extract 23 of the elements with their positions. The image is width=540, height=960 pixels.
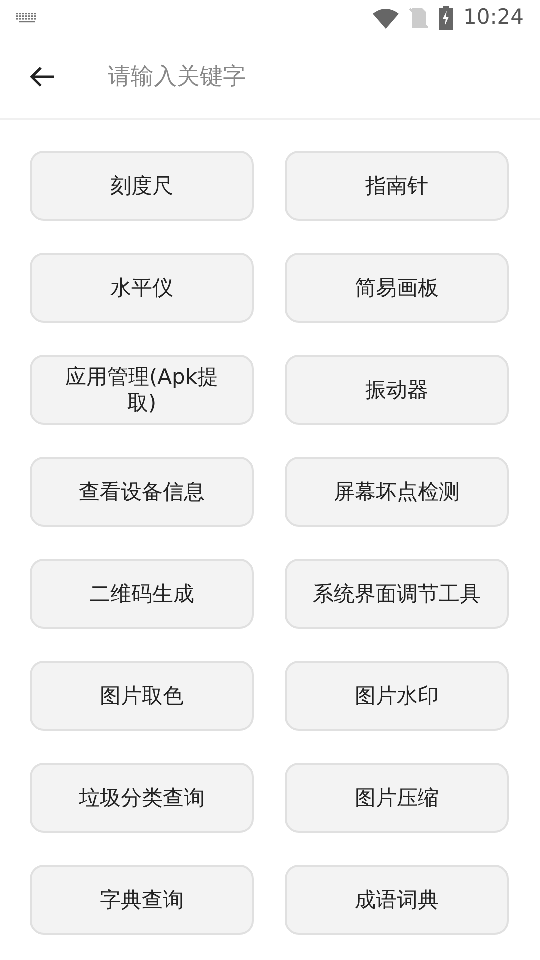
tool-button[interactable]: 图片取色 — [30, 661, 254, 731]
tool-button[interactable]: 成语词典 — [285, 865, 509, 935]
wifi-icon — [373, 8, 400, 28]
keyboard-icon — [16, 13, 38, 23]
search-field[interactable]: 请输入关键字 — [108, 60, 520, 94]
tool-button[interactable]: 图片压缩 — [285, 763, 509, 833]
back-arrow-icon — [29, 66, 55, 88]
tool-button[interactable]: 图片水印 — [285, 661, 509, 731]
tool-button[interactable]: 指南针 — [285, 151, 509, 221]
tool-button[interactable]: 二维码生成 — [30, 559, 254, 629]
tool-button[interactable]: 简易画板 — [285, 253, 509, 323]
tool-button[interactable]: 查看设备信息 — [30, 457, 254, 527]
tool-button[interactable]: 屏幕坏点检测 — [285, 457, 509, 527]
tool-button[interactable]: 系统界面调节工具 — [285, 559, 509, 629]
battery-charging-icon — [439, 6, 454, 30]
no-sim-icon — [409, 7, 430, 29]
tool-button[interactable]: 应用管理(Apk提取) — [30, 355, 254, 425]
status-time: 10:24 — [463, 4, 524, 32]
tool-button[interactable]: 刻度尺 — [30, 151, 254, 221]
tool-button[interactable]: 垃圾分类查询 — [30, 763, 254, 833]
tool-button[interactable]: 振动器 — [285, 355, 509, 425]
tool-button[interactable]: 字典查询 — [30, 865, 254, 935]
tool-button[interactable]: 水平仪 — [30, 253, 254, 323]
